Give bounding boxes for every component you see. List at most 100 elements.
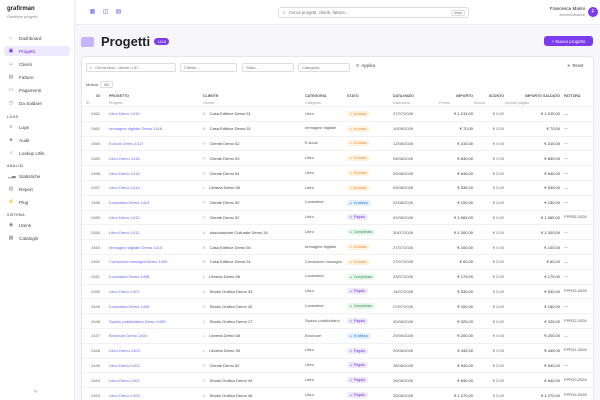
client-name[interactable]: Studio Grafico Demo 46 xyxy=(210,393,253,398)
table-row[interactable]: 2452 Correzione immagini Demo 1409 B Casa E… xyxy=(82,253,593,269)
client-name[interactable]: Associazione Culturale Demo 34 xyxy=(210,230,268,235)
client-name[interactable]: Libreria Demo 56 xyxy=(209,274,240,279)
client-name[interactable]: Studio Grafico Demo 33 xyxy=(210,289,253,294)
client-name[interactable]: Casa Editrice Demo 51 xyxy=(210,111,251,116)
column-filter-cliente[interactable]: Cliente xyxy=(203,99,299,106)
filter-search-placeholder: Cerca titolo, cliente o ID... xyxy=(95,65,142,70)
table-row[interactable]: 2457 Libro Demo 1414 L Libreria Demo 55 Libr… xyxy=(82,179,593,195)
sidebar-item-statistiche[interactable]: ▁▃ Statistiche xyxy=(4,171,70,181)
table-row[interactable]: 2454 Libro Demo 1411 A Associazione Cultura… xyxy=(82,224,593,239)
project-link[interactable]: Libro Demo 1400 xyxy=(109,388,199,400)
project-link[interactable]: E-book Demo 1417 xyxy=(109,137,199,151)
sidebar-item-logs[interactable]: ≡ Logs xyxy=(4,122,70,132)
column-filter-id[interactable]: ID xyxy=(86,99,100,106)
table-row[interactable]: 2450 Libro Demo 1407 S Studio Grafico Demo … xyxy=(82,283,593,299)
sidebar-item-audit[interactable]: ◈ Audit xyxy=(4,135,70,145)
client-name[interactable]: Studio Grafico Demo 26 xyxy=(210,304,253,309)
column-filter-importo-saldato[interactable]: Importo pagato xyxy=(505,99,560,106)
sidebar-item-dashboard[interactable]: ⌂ Dashboard xyxy=(4,33,70,43)
table-row[interactable]: 2445 Libro Demo 1402 P Cliente Demo 52 Libro… xyxy=(82,357,593,373)
table-row[interactable]: 2444 Libro Demo 1401 S Studio Grafico Demo … xyxy=(82,372,593,387)
new-project-button[interactable]: + Nuovo progetto xyxy=(544,36,593,46)
sidebar-item-plug[interactable]: ⚡ Plug xyxy=(4,197,70,207)
project-link[interactable]: Libro Demo 1419 xyxy=(109,107,199,121)
project-link[interactable]: Libro Demo 1403 xyxy=(109,344,199,358)
table-row[interactable]: 2447 Brochure Demo 1404 L Libreria Demo 68 B… xyxy=(82,327,593,343)
table-row[interactable]: 2446 Libro Demo 1403 L Libreria Demo 55 Libr… xyxy=(82,342,593,358)
client-name[interactable]: Cliente Demo 54 xyxy=(210,171,240,176)
project-link[interactable]: Libro Demo 1414 xyxy=(109,181,199,195)
project-link[interactable]: Libro Demo 1416 xyxy=(109,151,199,165)
project-link[interactable]: Spazio pubblicitario Demo 1405 xyxy=(109,314,199,328)
table-row[interactable]: 2461 Immagine digitale Demo 1418 B Casa Edi… xyxy=(82,120,593,136)
sidebar-item-clienti[interactable]: ☺ Clienti xyxy=(4,59,70,69)
table-row[interactable]: 2462 Libro Demo 1419 B Casa Editrice Demo 5… xyxy=(82,106,593,121)
sidebar-item-da-saldare[interactable]: ◷ Da Saldare xyxy=(4,98,70,108)
client-name[interactable]: Cliente Demo 52 xyxy=(210,215,240,220)
project-link[interactable]: Libro Demo 1401 xyxy=(109,373,199,387)
collapse-sidebar-button[interactable]: « xyxy=(34,389,37,395)
client-name[interactable]: Casa Editrice Demo 50 xyxy=(210,245,251,250)
table-row[interactable]: 2443 Libro Demo 1400 S Studio Grafico Demo … xyxy=(82,387,593,400)
table-row[interactable]: 2453 Immagine digitale Demo 1410 B Casa Edi… xyxy=(82,239,593,254)
project-link[interactable]: Locandina Demo 1413 xyxy=(109,196,199,210)
column-filter-sconto[interactable]: Sconto xyxy=(474,99,504,106)
user-info[interactable]: Francesca Marini Amministratore xyxy=(550,6,585,18)
project-link[interactable]: Libro Demo 1402 xyxy=(109,359,199,373)
project-link[interactable]: Locandina Demo 1406 xyxy=(109,299,199,313)
filter-stato-select[interactable]: Stato... xyxy=(242,63,294,72)
column-filter-data-inizio[interactable]: Data inizio xyxy=(393,99,435,106)
project-link[interactable]: Immagine digitale Demo 1410 xyxy=(109,240,199,254)
stack-icon[interactable]: ▤ xyxy=(114,7,123,16)
sidebar-item-pagamenti[interactable]: ▭ Pagamenti xyxy=(4,85,70,95)
client-name[interactable]: Libreria Demo 55 xyxy=(209,348,240,353)
project-link[interactable]: Libro Demo 1407 xyxy=(109,285,199,299)
column-filter-categoria[interactable]: Categoria xyxy=(305,99,345,106)
sidebar-item-lookup[interactable]: ⌕ Lookup Utils xyxy=(4,148,70,158)
table-row[interactable]: 2458 Libro Demo 1415 P Cliente Demo 54 Libro… xyxy=(82,165,593,180)
global-search[interactable]: ⌕ Invio xyxy=(278,7,469,18)
avatar[interactable]: F xyxy=(588,7,598,17)
client-name[interactable]: Studio Grafico Demo 17 xyxy=(210,319,253,324)
page-size-select[interactable]: 50 xyxy=(100,81,113,88)
filter-cliente-select[interactable]: Cliente... xyxy=(180,63,237,72)
client-name[interactable]: Cliente Demo 52 xyxy=(210,141,240,146)
client-name[interactable]: Casa Editrice Demo 51 xyxy=(210,259,251,264)
client-name[interactable]: Cliente Demo 50 xyxy=(210,200,240,205)
table-row[interactable]: 2451 Locandina Demo 1408 L Libreria Demo 56… xyxy=(82,268,593,284)
client-name[interactable]: Libreria Demo 55 xyxy=(209,185,240,190)
column-filter-progetto[interactable]: Progetto xyxy=(109,99,199,106)
reset-filters-button[interactable]: ✕ Reset xyxy=(567,63,583,68)
column-filter-importo[interactable]: Prezzo xyxy=(439,99,473,106)
sidebar-item-report[interactable]: ▥ Report xyxy=(4,184,70,194)
project-link[interactable]: Locandina Demo 1408 xyxy=(109,270,199,284)
global-search-input[interactable] xyxy=(288,10,439,15)
sidebar-item-cataloghi[interactable]: ▦ Cataloghi xyxy=(4,233,70,243)
table-row[interactable]: 2455 Libro Demo 1412 P Cliente Demo 52 Libro… xyxy=(82,209,593,225)
grid-icon[interactable]: ▦ xyxy=(88,7,97,16)
layers-icon[interactable]: ◫ xyxy=(101,7,110,16)
table-row[interactable]: 2460 E-book Demo 1417 P Cliente Demo 52 E-bo… xyxy=(82,135,593,151)
table-row[interactable]: 2459 Libro Demo 1416 P Cliente Demo 53 Libro… xyxy=(82,150,593,165)
apply-filters-button[interactable]: ⊟ Applica xyxy=(356,63,375,68)
status-badge: ● In corso xyxy=(347,155,370,162)
project-link[interactable]: Immagine digitale Demo 1418 xyxy=(109,122,199,136)
sidebar-item-utenti[interactable]: ◉ Utenti xyxy=(4,220,70,230)
table-row[interactable]: 2448 Spazio pubblicitario Demo 1405 S Studi… xyxy=(82,313,593,328)
client-name[interactable]: Studio Grafico Demo 49 xyxy=(210,378,253,383)
table-row[interactable]: 2449 Locandina Demo 1406 S Studio Grafico D… xyxy=(82,298,593,313)
client-name[interactable]: Casa Editrice Demo 51 xyxy=(210,126,251,131)
project-link[interactable]: Libro Demo 1412 xyxy=(109,211,199,225)
project-link[interactable]: Correzione immagini Demo 1409 xyxy=(109,255,199,269)
sidebar-item-progetti[interactable]: ▣ Progetti xyxy=(4,46,70,56)
filter-search-input[interactable]: ⌕ Cerca titolo, cliente o ID... xyxy=(86,63,176,72)
project-link[interactable]: Brochure Demo 1404 xyxy=(109,329,199,343)
client-name[interactable]: Cliente Demo 53 xyxy=(210,156,240,161)
table-row[interactable]: 2456 Locandina Demo 1413 P Cliente Demo 50 L… xyxy=(82,194,593,210)
client-name[interactable]: Cliente Demo 52 xyxy=(210,363,240,368)
project-link[interactable]: Libro Demo 1411 xyxy=(109,225,199,239)
sidebar-item-fatture[interactable]: ▤ Fatture xyxy=(4,72,70,82)
filter-categoria-select[interactable]: Categoria xyxy=(298,63,350,72)
client-name[interactable]: Libreria Demo 68 xyxy=(209,333,240,338)
project-link[interactable]: Libro Demo 1415 xyxy=(109,166,199,180)
